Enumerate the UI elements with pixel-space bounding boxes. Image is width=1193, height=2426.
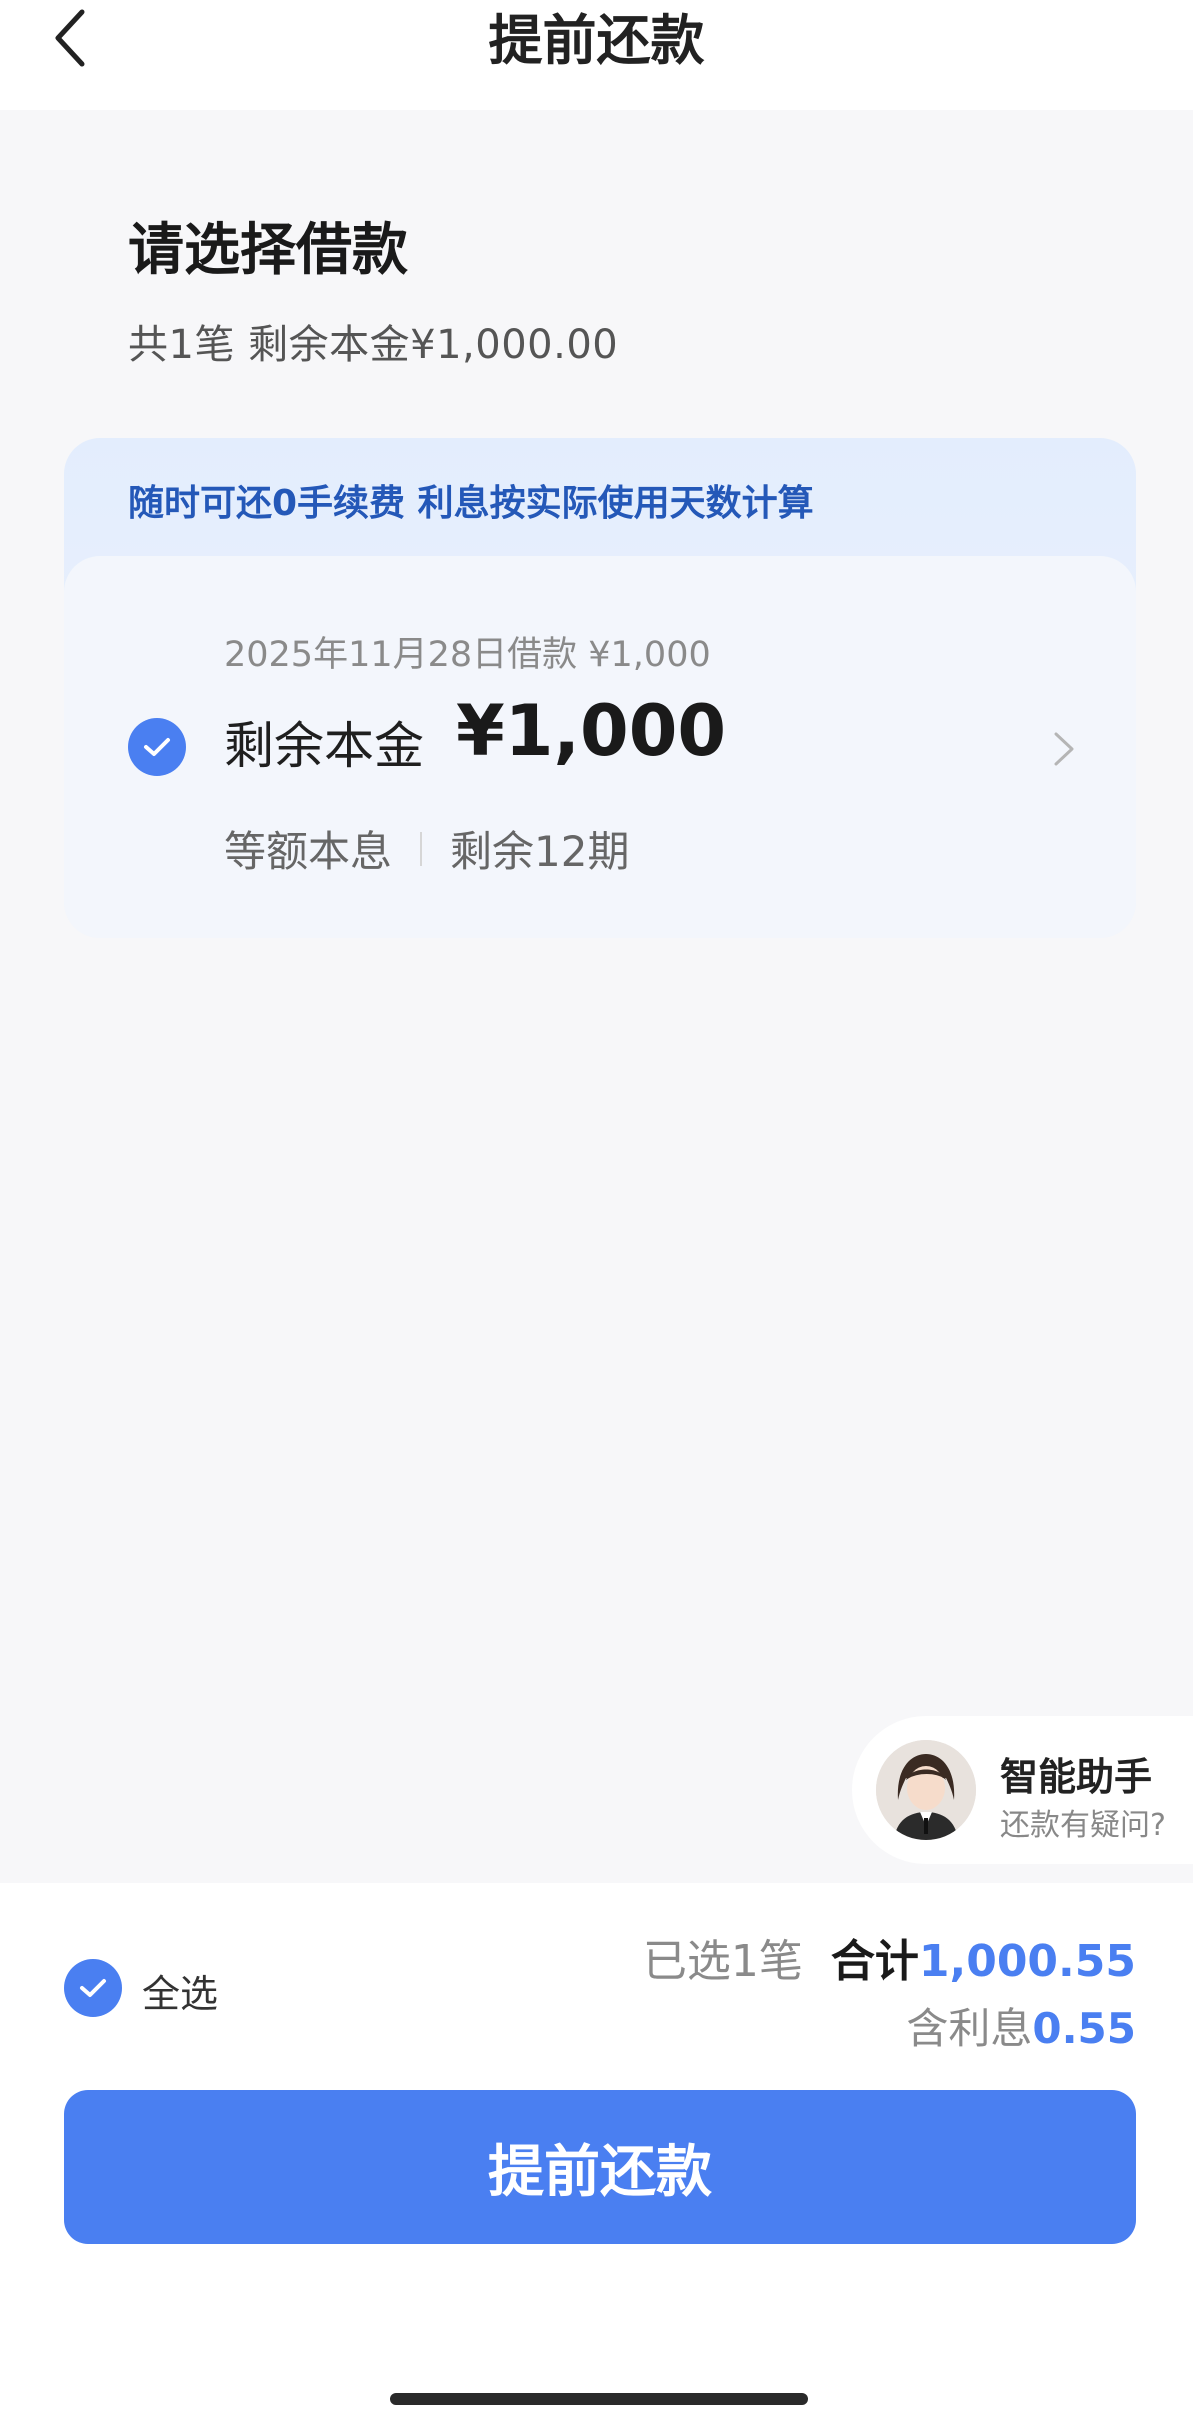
check-icon (144, 738, 170, 756)
avatar-icon (876, 1740, 976, 1840)
check-icon (80, 1979, 106, 1997)
interest-value: 0.55 (1032, 2004, 1136, 2053)
plan-row: 等额本息 剩余12期 (224, 818, 629, 879)
assistant-title: 智能助手 (1000, 1755, 1153, 1799)
assistant-subtitle: 还款有疑问? (1000, 1808, 1166, 1843)
repayment-method: 等额本息 (224, 827, 393, 876)
remaining-terms: 剩余12期 (450, 827, 630, 876)
bottom-bar: 全选 已选1笔 合计 1,000.55 含利息 0.55 提前还款 (0, 1883, 1193, 2426)
select-all-label[interactable]: 全选 (142, 1963, 218, 2018)
prepay-button[interactable]: 提前还款 (64, 2090, 1136, 2244)
loan-item[interactable]: 2025年11月28日借款 ¥1,000 剩余本金 ¥1,000 等额本息 剩余… (64, 556, 1136, 938)
total-label: 合计 (830, 1936, 919, 1987)
total-value: 1,000.55 (918, 1936, 1136, 1987)
section-title: 请选择借款 (128, 218, 408, 283)
remaining-principal-amount: ¥1,000 (456, 690, 727, 772)
interest-label: 含利息 (906, 2004, 1033, 2053)
home-indicator[interactable] (390, 2393, 808, 2405)
select-all-checkbox[interactable] (64, 1959, 122, 2017)
nav-bar: 提前还款 (0, 0, 1193, 110)
loan-date: 2025年11月28日借款 ¥1,000 (224, 635, 711, 675)
selected-count: 已选1笔 (642, 1936, 803, 1987)
total-summary: 已选1笔 合计 1,000.55 (643, 1925, 1136, 1989)
loan-checkbox[interactable] (128, 718, 186, 776)
chevron-right-icon[interactable] (1044, 724, 1084, 774)
interest-summary: 含利息 0.55 (906, 1995, 1136, 2056)
loan-card[interactable]: 随时可还0手续费 利息按实际使用天数计算 2025年11月28日借款 ¥1,00… (64, 438, 1136, 938)
divider (420, 831, 423, 866)
assistant-avatar (876, 1740, 976, 1840)
smart-assistant-widget[interactable]: 智能助手 还款有疑问? (852, 1716, 1193, 1864)
section-summary: 共1笔 剩余本金¥1,000.00 (128, 322, 619, 368)
fee-banner: 随时可还0手续费 利息按实际使用天数计算 (128, 483, 814, 524)
remaining-principal-label: 剩余本金 (224, 717, 424, 775)
page-title: 提前还款 (488, 9, 705, 72)
